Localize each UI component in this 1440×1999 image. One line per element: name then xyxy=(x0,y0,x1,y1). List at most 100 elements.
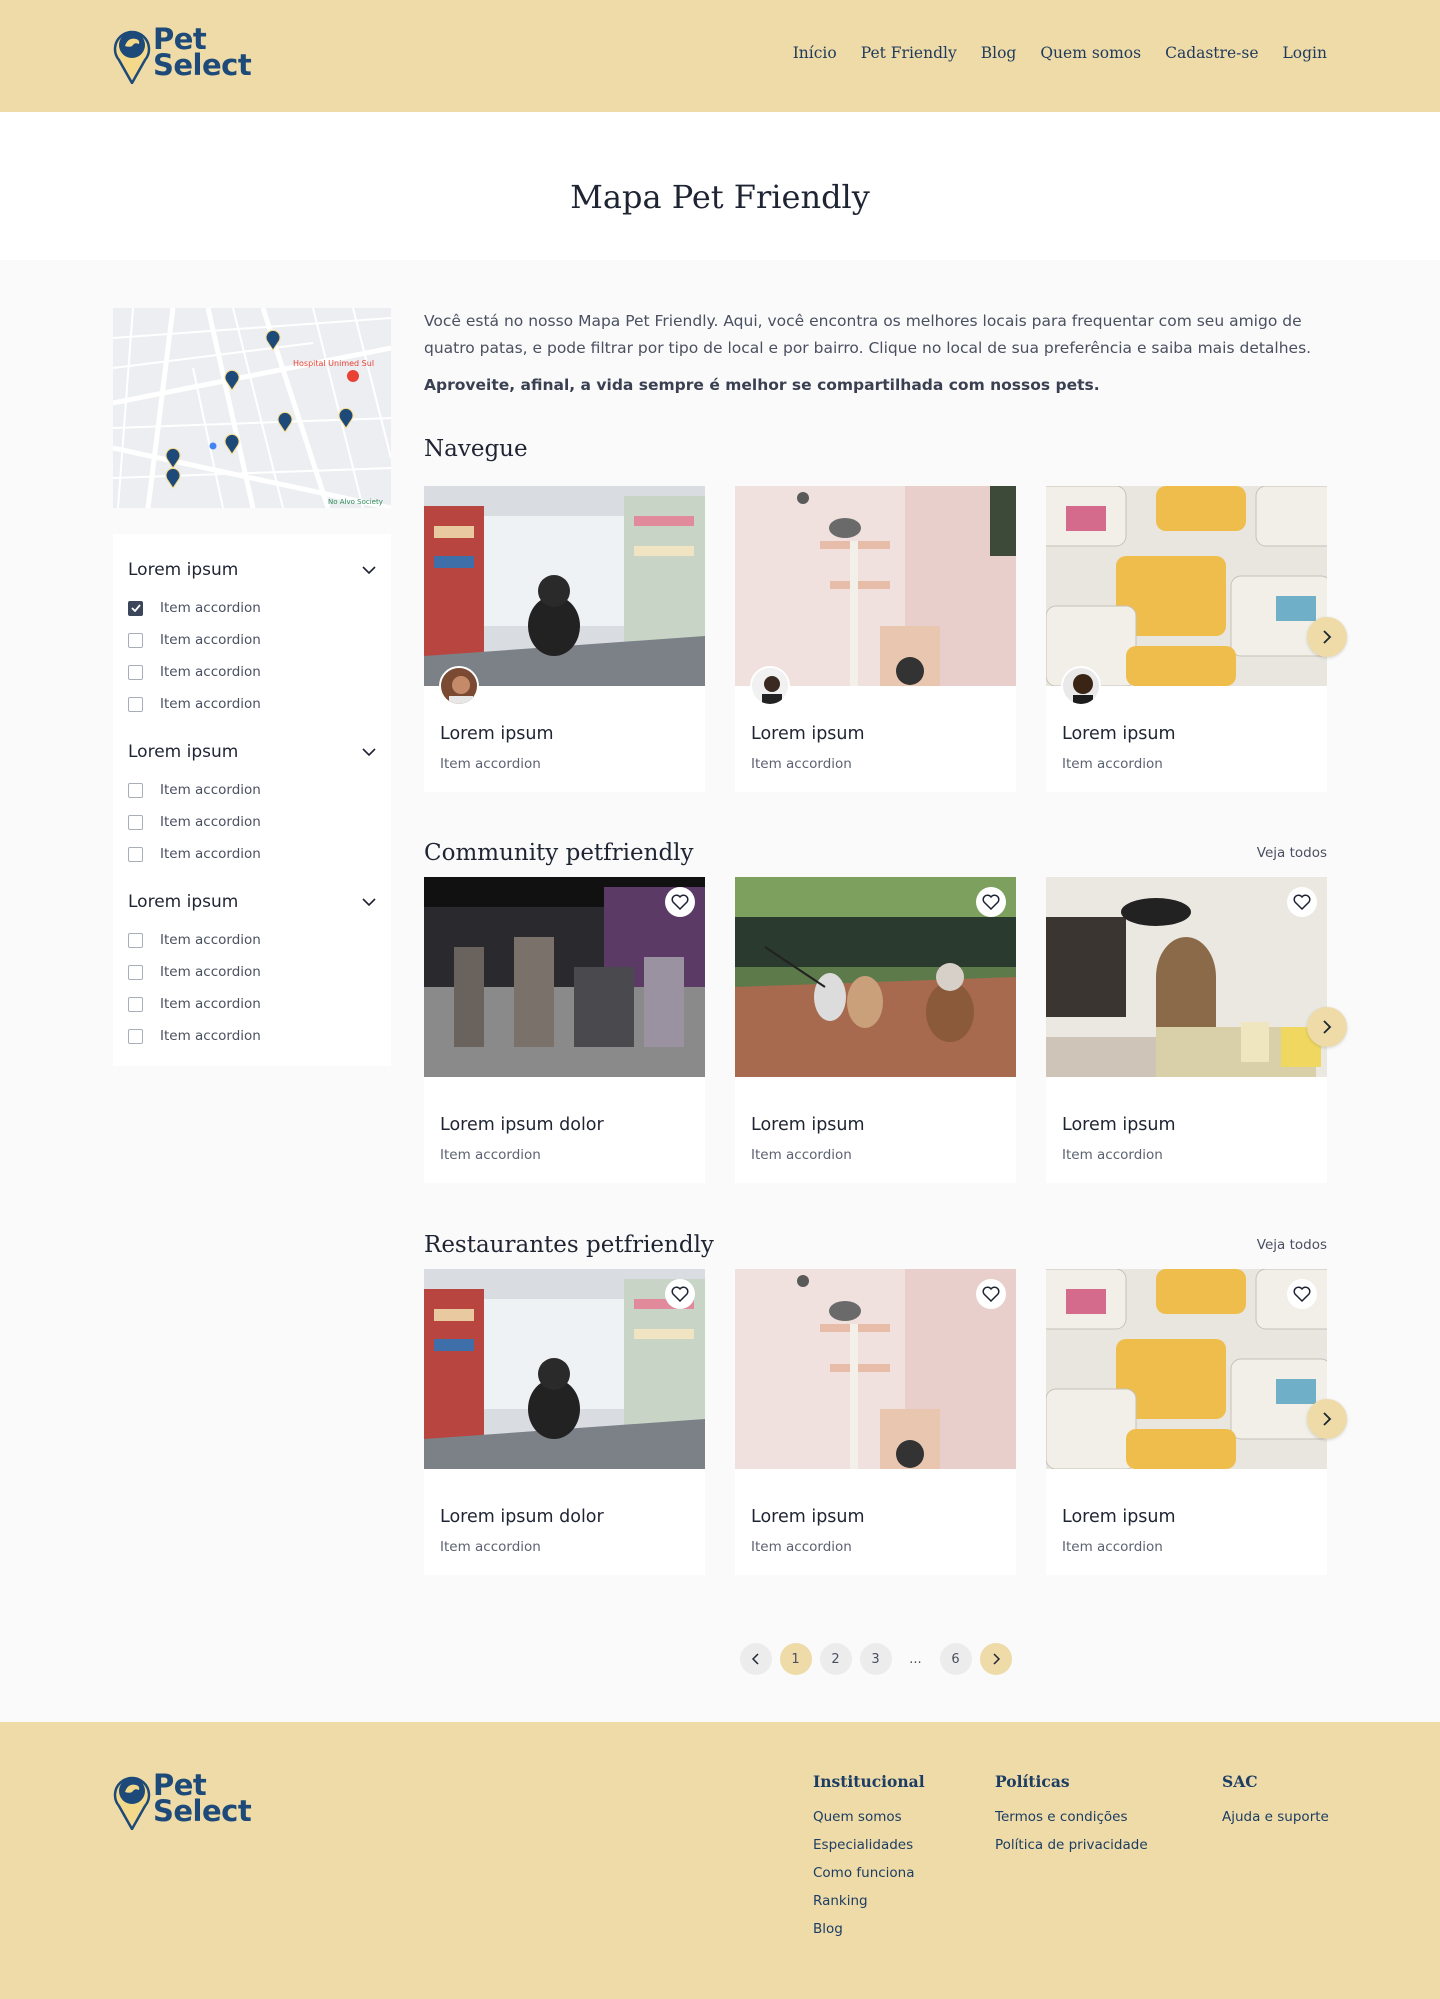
filter-option-label: Item accordion xyxy=(160,932,261,948)
place-card[interactable]: Lorem ipsum Item accordion xyxy=(735,877,1016,1183)
card-carousel: Lorem ipsum dolor Item accordion Lorem i… xyxy=(424,877,1347,1183)
filter-option[interactable]: Item accordion xyxy=(128,956,376,988)
pagination-page-3[interactable]: 3 xyxy=(859,1643,892,1675)
filter-option[interactable]: Item accordion xyxy=(128,688,376,720)
nav-link-quem-somos[interactable]: Quem somos xyxy=(1040,44,1141,62)
filter-option-label: Item accordion xyxy=(160,846,261,862)
place-card[interactable]: Lorem ipsum Item accordion xyxy=(424,486,705,792)
checkbox[interactable] xyxy=(128,932,143,948)
favorite-button[interactable] xyxy=(976,1279,1006,1309)
footer-link-ranking[interactable]: Ranking xyxy=(813,1893,925,1909)
filter-option[interactable]: Item accordion xyxy=(128,656,376,688)
nav-link-cadastre-se[interactable]: Cadastre-se xyxy=(1165,44,1258,62)
checkbox[interactable] xyxy=(128,846,143,862)
pet-shop-interior-image xyxy=(424,877,705,1077)
card-title: Lorem ipsum xyxy=(440,724,554,744)
nav-link-pet-friendly[interactable]: Pet Friendly xyxy=(861,44,957,62)
place-card[interactable]: Lorem ipsum dolor Item accordion xyxy=(424,1269,705,1575)
filter-option-label: Item accordion xyxy=(160,632,261,648)
accordion-title: Lorem ipsum xyxy=(128,560,239,580)
footer-column-title: Institucional xyxy=(813,1772,925,1791)
footer-column-institucional: Institucional Quem somos Especialidades … xyxy=(813,1772,925,1949)
filter-option-label: Item accordion xyxy=(160,1028,261,1044)
pagination-page-1[interactable]: 1 xyxy=(779,1643,812,1675)
footer-logo[interactable]: Pet Select xyxy=(113,1771,252,1830)
favorite-button[interactable] xyxy=(1287,887,1317,917)
chevron-down-icon xyxy=(362,747,376,756)
accordion-header[interactable]: Lorem ipsum xyxy=(128,730,376,774)
checkbox-checked[interactable] xyxy=(128,600,143,616)
pagination-page-6[interactable]: 6 xyxy=(939,1643,972,1675)
footer-link-quem-somos[interactable]: Quem somos xyxy=(813,1809,925,1825)
checkbox[interactable] xyxy=(128,696,143,712)
checkbox[interactable] xyxy=(128,664,143,680)
footer-link-privacidade[interactable]: Política de privacidade xyxy=(995,1837,1148,1853)
footer-link-termos[interactable]: Termos e condições xyxy=(995,1809,1148,1825)
see-all-link[interactable]: Veja todos xyxy=(1257,1237,1327,1253)
card-title: Lorem ipsum xyxy=(751,1507,865,1527)
filter-option-label: Item accordion xyxy=(160,664,261,680)
place-card[interactable]: Lorem ipsum Item accordion xyxy=(1046,877,1327,1183)
checkbox[interactable] xyxy=(128,964,143,980)
place-card[interactable]: Lorem ipsum dolor Item accordion xyxy=(424,877,705,1183)
checkbox[interactable] xyxy=(128,782,143,798)
location-pin-logo-icon xyxy=(113,1776,151,1830)
pagination: 1 2 3 ... 6 xyxy=(424,1643,1327,1675)
favorite-button[interactable] xyxy=(665,887,695,917)
filter-option[interactable]: Item accordion xyxy=(128,988,376,1020)
footer-column-title: Políticas xyxy=(995,1772,1070,1791)
footer-link-especialidades[interactable]: Especialidades xyxy=(813,1837,925,1853)
checkbox[interactable] xyxy=(128,632,143,648)
filter-option[interactable]: Item accordion xyxy=(128,1020,376,1052)
section-title: Community petfriendly xyxy=(424,840,694,866)
see-all-link[interactable]: Veja todos xyxy=(1257,845,1327,861)
pagination-next-button[interactable] xyxy=(979,1643,1012,1675)
filter-option-label: Item accordion xyxy=(160,600,261,616)
accordion-header[interactable]: Lorem ipsum xyxy=(128,880,376,924)
card-subtitle: Item accordion xyxy=(751,1539,852,1555)
place-card[interactable]: Lorem ipsum Item accordion xyxy=(1046,1269,1327,1575)
card-subtitle: Item accordion xyxy=(751,756,852,772)
footer-link-ajuda[interactable]: Ajuda e suporte xyxy=(1222,1809,1329,1825)
place-card[interactable]: Lorem ipsum Item accordion xyxy=(1046,486,1327,792)
footer-link-como-funciona[interactable]: Como funciona xyxy=(813,1865,925,1881)
card-subtitle: Item accordion xyxy=(751,1147,852,1163)
place-card[interactable]: Lorem ipsum Item accordion xyxy=(735,486,1016,792)
footer-link-blog[interactable]: Blog xyxy=(813,1921,925,1937)
map-streets: Hospital Unimed Sul No Alvo Society xyxy=(113,308,391,508)
filter-option[interactable]: Item accordion xyxy=(128,774,376,806)
nav-link-inicio[interactable]: Início xyxy=(793,44,837,62)
card-title: Lorem ipsum dolor xyxy=(440,1115,604,1135)
favorite-button[interactable] xyxy=(976,887,1006,917)
favorite-button[interactable] xyxy=(1287,1279,1317,1309)
accordion-header[interactable]: Lorem ipsum xyxy=(128,548,376,592)
carousel-next-button[interactable] xyxy=(1307,1399,1347,1439)
page-hero: Mapa Pet Friendly xyxy=(0,112,1440,260)
place-card[interactable]: Lorem ipsum Item accordion xyxy=(735,1269,1016,1575)
filter-option[interactable]: Item accordion xyxy=(128,806,376,838)
map-preview[interactable]: Hospital Unimed Sul No Alvo Society xyxy=(113,308,391,508)
carousel-next-button[interactable] xyxy=(1307,1007,1347,1047)
section-header: Restaurantes petfriendly Veja todos xyxy=(424,1232,1327,1258)
check-icon xyxy=(130,604,141,612)
nav-link-login[interactable]: Login xyxy=(1283,44,1328,62)
brand-logo[interactable]: Pet Select xyxy=(113,25,252,84)
filter-option[interactable]: Item accordion xyxy=(128,592,376,624)
checkbox[interactable] xyxy=(128,1028,143,1044)
main-content: Hospital Unimed Sul No Alvo Society Lore… xyxy=(0,260,1440,1722)
checkbox[interactable] xyxy=(128,996,143,1012)
favorite-button[interactable] xyxy=(665,1279,695,1309)
card-subtitle: Item accordion xyxy=(440,756,541,772)
heart-icon xyxy=(671,894,689,910)
checkbox[interactable] xyxy=(128,814,143,830)
pagination-prev-button[interactable] xyxy=(739,1643,772,1675)
brand-name-line2: Select xyxy=(153,1794,252,1828)
pagination-page-2[interactable]: 2 xyxy=(819,1643,852,1675)
dogs-on-leash-street-image xyxy=(735,877,1016,1077)
filter-option[interactable]: Item accordion xyxy=(128,924,376,956)
carousel-next-button[interactable] xyxy=(1307,617,1347,657)
filter-option[interactable]: Item accordion xyxy=(128,838,376,870)
nav-link-blog[interactable]: Blog xyxy=(981,44,1017,62)
filter-option[interactable]: Item accordion xyxy=(128,624,376,656)
pet-food-trays-image xyxy=(1046,1269,1327,1469)
